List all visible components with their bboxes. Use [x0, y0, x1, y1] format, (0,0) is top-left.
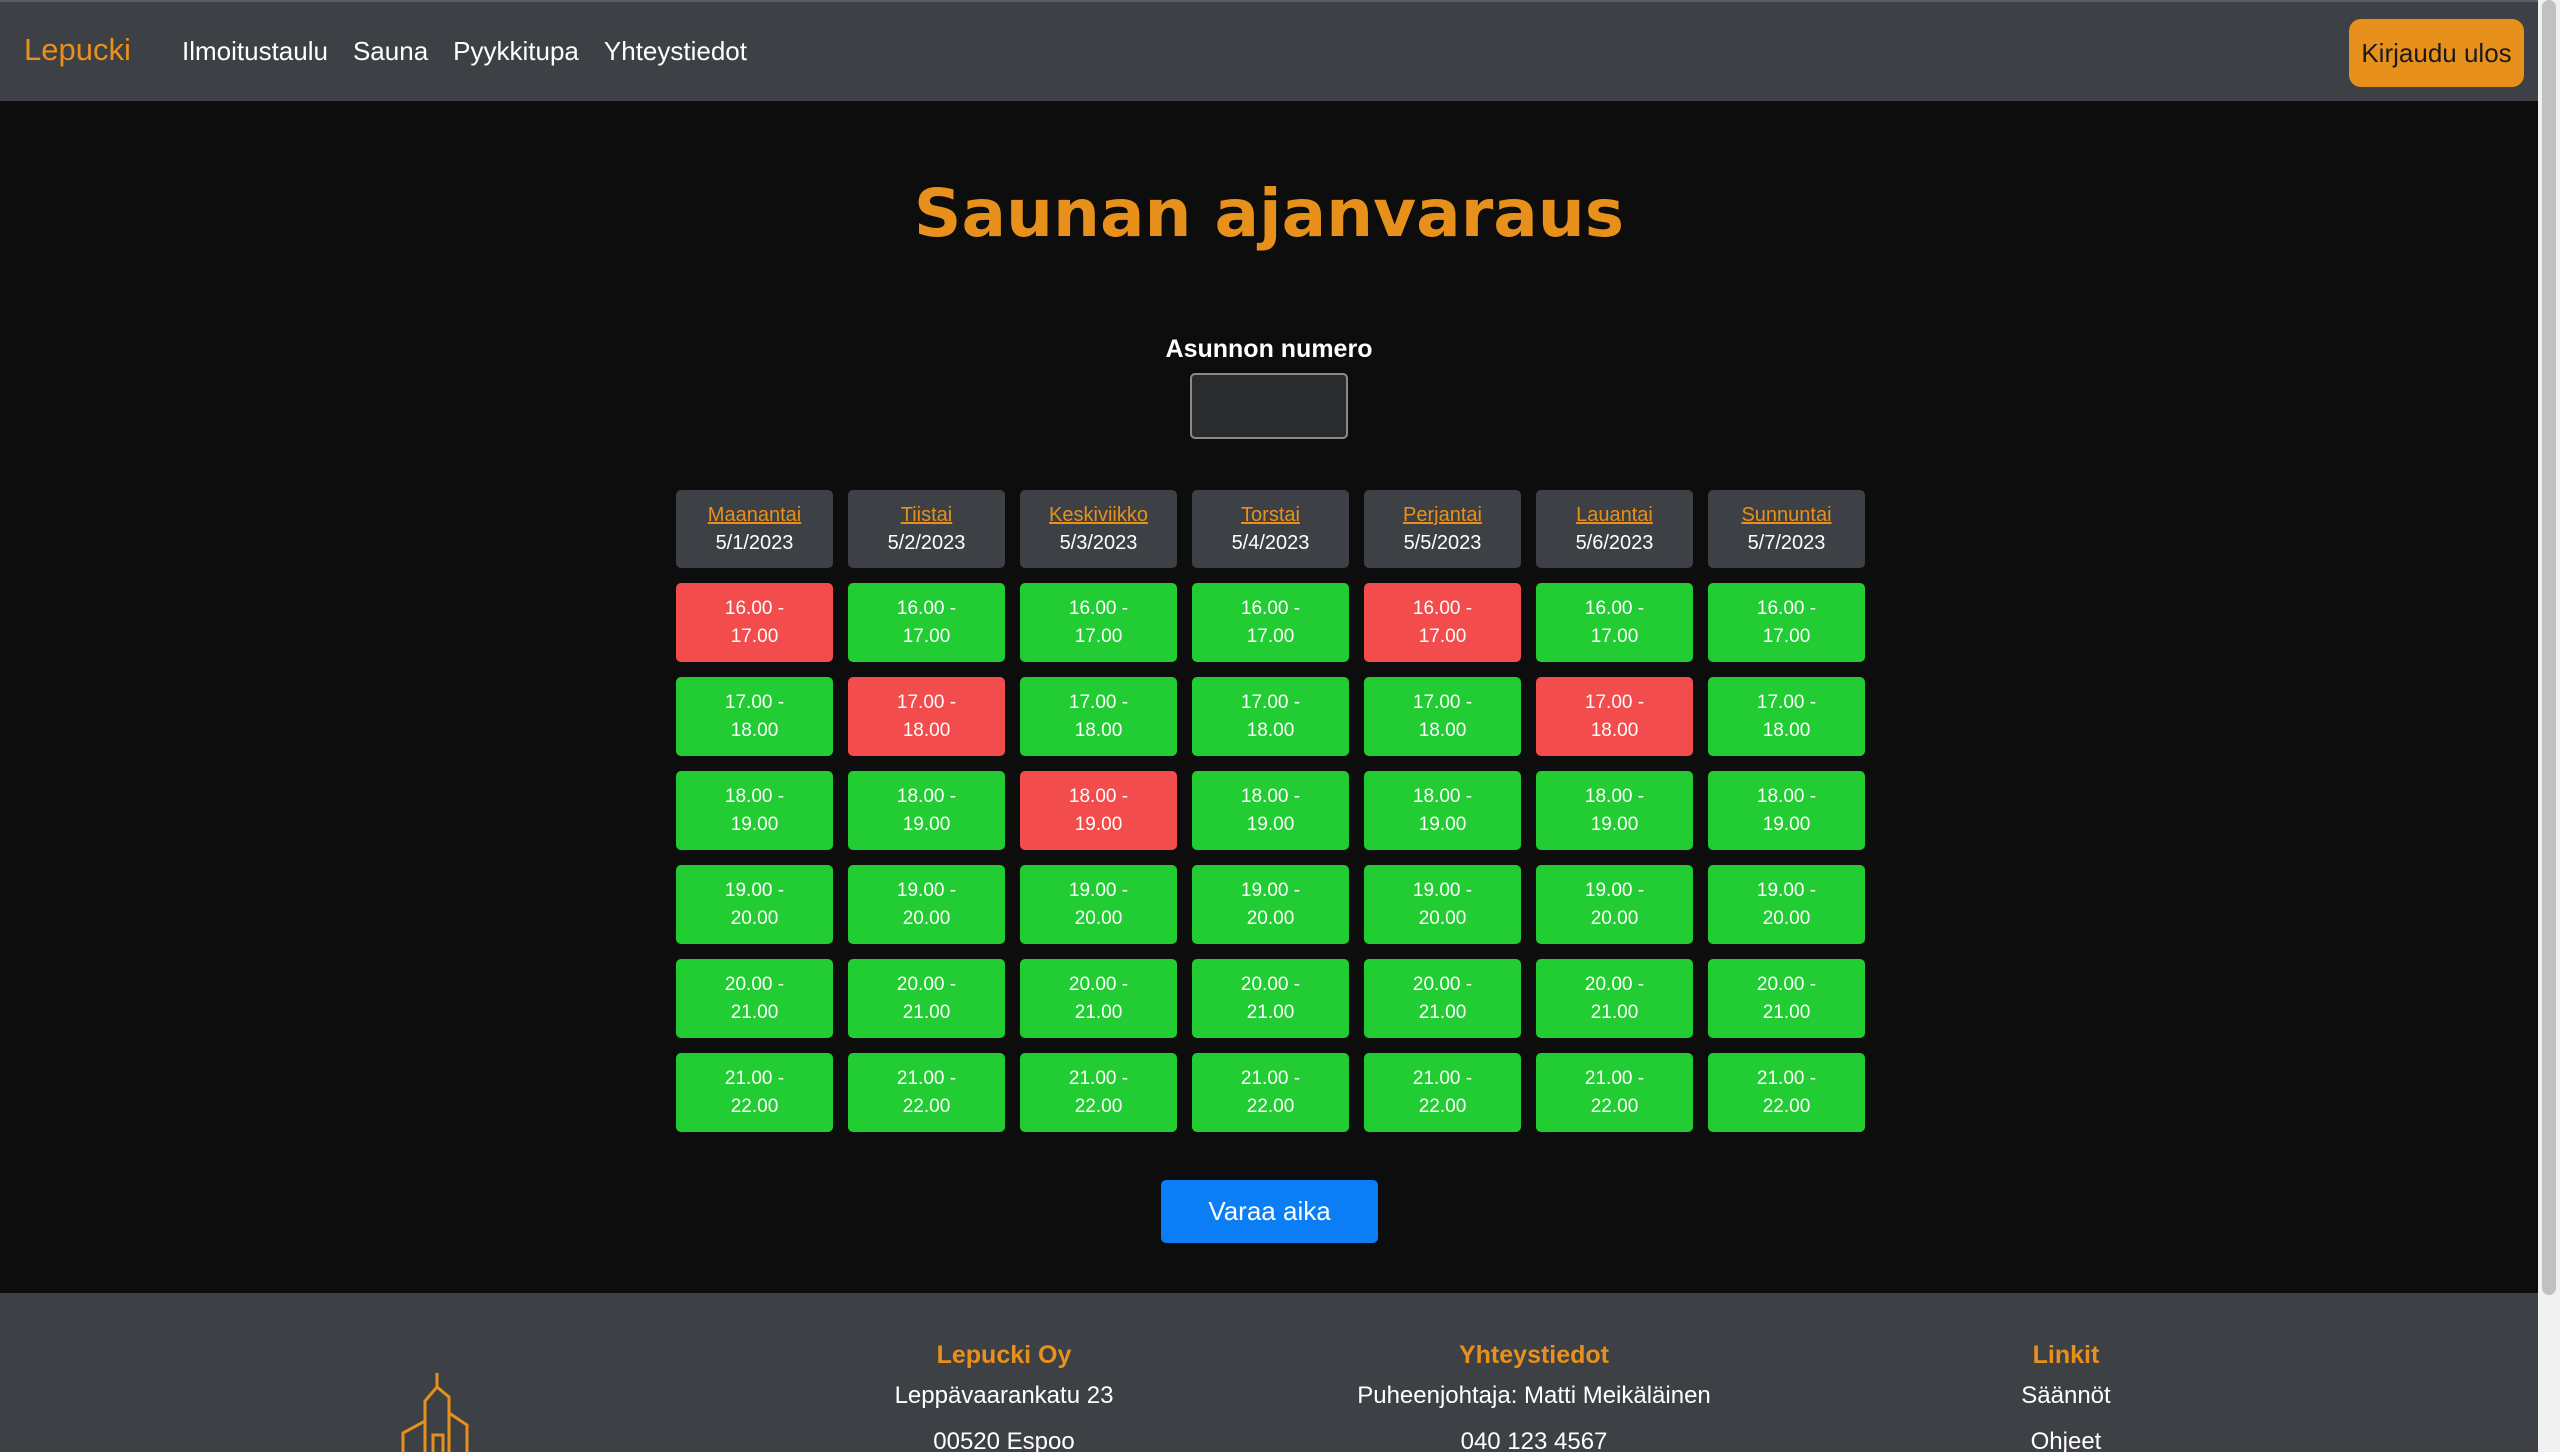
footer-company: Lepucki Oy Leppävaarankatu 23 00520 Espo… — [854, 1337, 1154, 1452]
nav-links: Ilmoitustaulu Sauna Pyykkitupa Yhteystie… — [182, 36, 772, 67]
time-slot-free[interactable]: 17.00 - 18.00 — [676, 677, 833, 756]
time-slot-free[interactable]: 21.00 - 22.00 — [1364, 1053, 1521, 1132]
time-slot-free[interactable]: 18.00 - 19.00 — [1708, 771, 1865, 850]
time-slot-free[interactable]: 20.00 - 21.00 — [1192, 959, 1349, 1038]
footer-postcode: 00520 Espoo — [933, 1428, 1075, 1452]
time-slot-free[interactable]: 17.00 - 18.00 — [1192, 677, 1349, 756]
day-date: 5/7/2023 — [1747, 532, 1826, 554]
footer-chairman: Puheenjohtaja: Matti Meikäläinen — [1357, 1382, 1711, 1409]
scrollbar[interactable] — [2538, 0, 2560, 1452]
time-slot-free[interactable]: 21.00 - 22.00 — [1708, 1053, 1865, 1132]
day-header: Perjantai 5/5/2023 — [1364, 490, 1521, 568]
day-header: Keskiviikko 5/3/2023 — [1020, 490, 1177, 568]
day-date: 5/5/2023 — [1403, 532, 1482, 554]
logout-button[interactable]: Kirjaudu ulos — [2349, 19, 2524, 87]
day-header: Sunnuntai 5/7/2023 — [1708, 490, 1865, 568]
page-title: Saunan ajanvaraus — [913, 175, 1625, 252]
time-slot-free[interactable]: 17.00 - 18.00 — [1708, 677, 1865, 756]
nav-link-pyykkitupa[interactable]: Pyykkitupa — [453, 36, 579, 67]
day-name-link[interactable]: Lauantai — [1576, 501, 1653, 529]
day-column: Lauantai 5/6/2023 16.00 - 17.00 17.00 - 18.… — [1536, 490, 1693, 1147]
time-slot-free[interactable]: 20.00 - 21.00 — [1364, 959, 1521, 1038]
time-slot-free[interactable]: 21.00 - 22.00 — [1020, 1053, 1177, 1132]
nav-link-yhteystiedot[interactable]: Yhteystiedot — [604, 36, 747, 67]
time-slot-free[interactable]: 21.00 - 22.00 — [1536, 1053, 1693, 1132]
time-slot-free[interactable]: 20.00 - 21.00 — [676, 959, 833, 1038]
time-slot-booked[interactable]: 17.00 - 18.00 — [1536, 677, 1693, 756]
time-slot-free[interactable]: 21.00 - 22.00 — [848, 1053, 1005, 1132]
time-slot-free[interactable]: 20.00 - 21.00 — [848, 959, 1005, 1038]
footer-links: Linkit Säännöt Ohjeet — [1916, 1337, 2216, 1452]
time-slot-free[interactable]: 17.00 - 18.00 — [1364, 677, 1521, 756]
day-column: Keskiviikko 5/3/2023 16.00 - 17.00 17.00 - … — [1020, 490, 1177, 1147]
navbar: Lepucki Ilmoitustaulu Sauna Pyykkitupa Y… — [0, 0, 2538, 101]
day-header: Torstai 5/4/2023 — [1192, 490, 1349, 568]
time-slot-free[interactable]: 20.00 - 21.00 — [1708, 959, 1865, 1038]
time-slot-free[interactable]: 21.00 - 22.00 — [1192, 1053, 1349, 1132]
time-slot-free[interactable]: 19.00 - 20.00 — [848, 865, 1005, 944]
nav-link-ilmoitustaulu[interactable]: Ilmoitustaulu — [182, 36, 328, 67]
time-slot-free[interactable]: 19.00 - 20.00 — [1536, 865, 1693, 944]
day-header: Tiistai 5/2/2023 — [848, 490, 1005, 568]
time-slot-free[interactable]: 19.00 - 20.00 — [676, 865, 833, 944]
footer-phone: 040 123 4567 — [1460, 1428, 1608, 1452]
day-date: 5/2/2023 — [887, 532, 966, 554]
book-button[interactable]: Varaa aika — [1161, 1180, 1378, 1243]
brand-link[interactable]: Lepucki — [24, 32, 131, 68]
footer-contact: Yhteystiedot Puheenjohtaja: Matti Meikäl… — [1334, 1337, 1734, 1452]
footer-links-title: Linkit — [2032, 1341, 2100, 1369]
time-slot-free[interactable]: 16.00 - 17.00 — [1536, 583, 1693, 662]
day-column: Torstai 5/4/2023 16.00 - 17.00 17.00 - 18.0… — [1192, 490, 1349, 1147]
day-column: Tiistai 5/2/2023 16.00 - 17.00 17.00 - 18.0… — [848, 490, 1005, 1147]
footer-link-saannot[interactable]: Säännöt — [1916, 1373, 2216, 1419]
time-slot-free[interactable]: 16.00 - 17.00 — [1708, 583, 1865, 662]
day-name-link[interactable]: Perjantai — [1403, 501, 1482, 529]
time-slot-free[interactable]: 16.00 - 17.00 — [1020, 583, 1177, 662]
day-date: 5/3/2023 — [1059, 532, 1138, 554]
day-column: Maanantai 5/1/2023 16.00 - 17.00 17.00 - 18… — [676, 490, 833, 1147]
nav-link-sauna[interactable]: Sauna — [353, 36, 428, 67]
time-slot-free[interactable]: 18.00 - 19.00 — [1364, 771, 1521, 850]
scrollbar-thumb[interactable] — [2542, 0, 2556, 1295]
footer: Lepucki Oy Leppävaarankatu 23 00520 Espo… — [0, 1293, 2538, 1452]
day-column: Perjantai 5/5/2023 16.00 - 17.00 17.00 - 18… — [1364, 490, 1521, 1147]
schedule-grid: Maanantai 5/1/2023 16.00 - 17.00 17.00 - 18… — [676, 490, 1865, 1147]
time-slot-free[interactable]: 18.00 - 19.00 — [1192, 771, 1349, 850]
time-slot-free[interactable]: 19.00 - 20.00 — [1020, 865, 1177, 944]
time-slot-booked[interactable]: 16.00 - 17.00 — [676, 583, 833, 662]
time-slot-booked[interactable]: 18.00 - 19.00 — [1020, 771, 1177, 850]
time-slot-free[interactable]: 19.00 - 20.00 — [1364, 865, 1521, 944]
day-name-link[interactable]: Keskiviikko — [1049, 501, 1148, 529]
footer-address: Leppävaarankatu 23 — [894, 1382, 1114, 1409]
day-header: Maanantai 5/1/2023 — [676, 490, 833, 568]
time-slot-free[interactable]: 16.00 - 17.00 — [1192, 583, 1349, 662]
time-slot-free[interactable]: 20.00 - 21.00 — [1536, 959, 1693, 1038]
day-name-link[interactable]: Torstai — [1241, 501, 1300, 529]
footer-contact-title: Yhteystiedot — [1458, 1341, 1610, 1369]
day-date: 5/6/2023 — [1575, 532, 1654, 554]
apartment-label: Asunnon numero — [1165, 335, 1373, 363]
day-header: Lauantai 5/6/2023 — [1536, 490, 1693, 568]
footer-company-title: Lepucki Oy — [936, 1341, 1072, 1369]
time-slot-booked[interactable]: 17.00 - 18.00 — [848, 677, 1005, 756]
time-slot-free[interactable]: 18.00 - 19.00 — [1536, 771, 1693, 850]
day-name-link[interactable]: Maanantai — [708, 501, 801, 529]
time-slot-free[interactable]: 17.00 - 18.00 — [1020, 677, 1177, 756]
day-date: 5/4/2023 — [1231, 532, 1310, 554]
time-slot-free[interactable]: 18.00 - 19.00 — [676, 771, 833, 850]
time-slot-free[interactable]: 16.00 - 17.00 — [848, 583, 1005, 662]
day-column: Sunnuntai 5/7/2023 16.00 - 17.00 17.00 - 18… — [1708, 490, 1865, 1147]
day-name-link[interactable]: Sunnuntai — [1741, 501, 1831, 529]
apartment-number-input[interactable] — [1190, 373, 1348, 439]
time-slot-free[interactable]: 21.00 - 22.00 — [676, 1053, 833, 1132]
day-date: 5/1/2023 — [715, 532, 794, 554]
day-name-link[interactable]: Tiistai — [901, 501, 952, 529]
time-slot-booked[interactable]: 16.00 - 17.00 — [1364, 583, 1521, 662]
time-slot-free[interactable]: 19.00 - 20.00 — [1192, 865, 1349, 944]
footer-link-ohjeet[interactable]: Ohjeet — [1916, 1419, 2216, 1452]
time-slot-free[interactable]: 20.00 - 21.00 — [1020, 959, 1177, 1038]
time-slot-free[interactable]: 18.00 - 19.00 — [848, 771, 1005, 850]
building-icon — [401, 1373, 469, 1452]
time-slot-free[interactable]: 19.00 - 20.00 — [1708, 865, 1865, 944]
